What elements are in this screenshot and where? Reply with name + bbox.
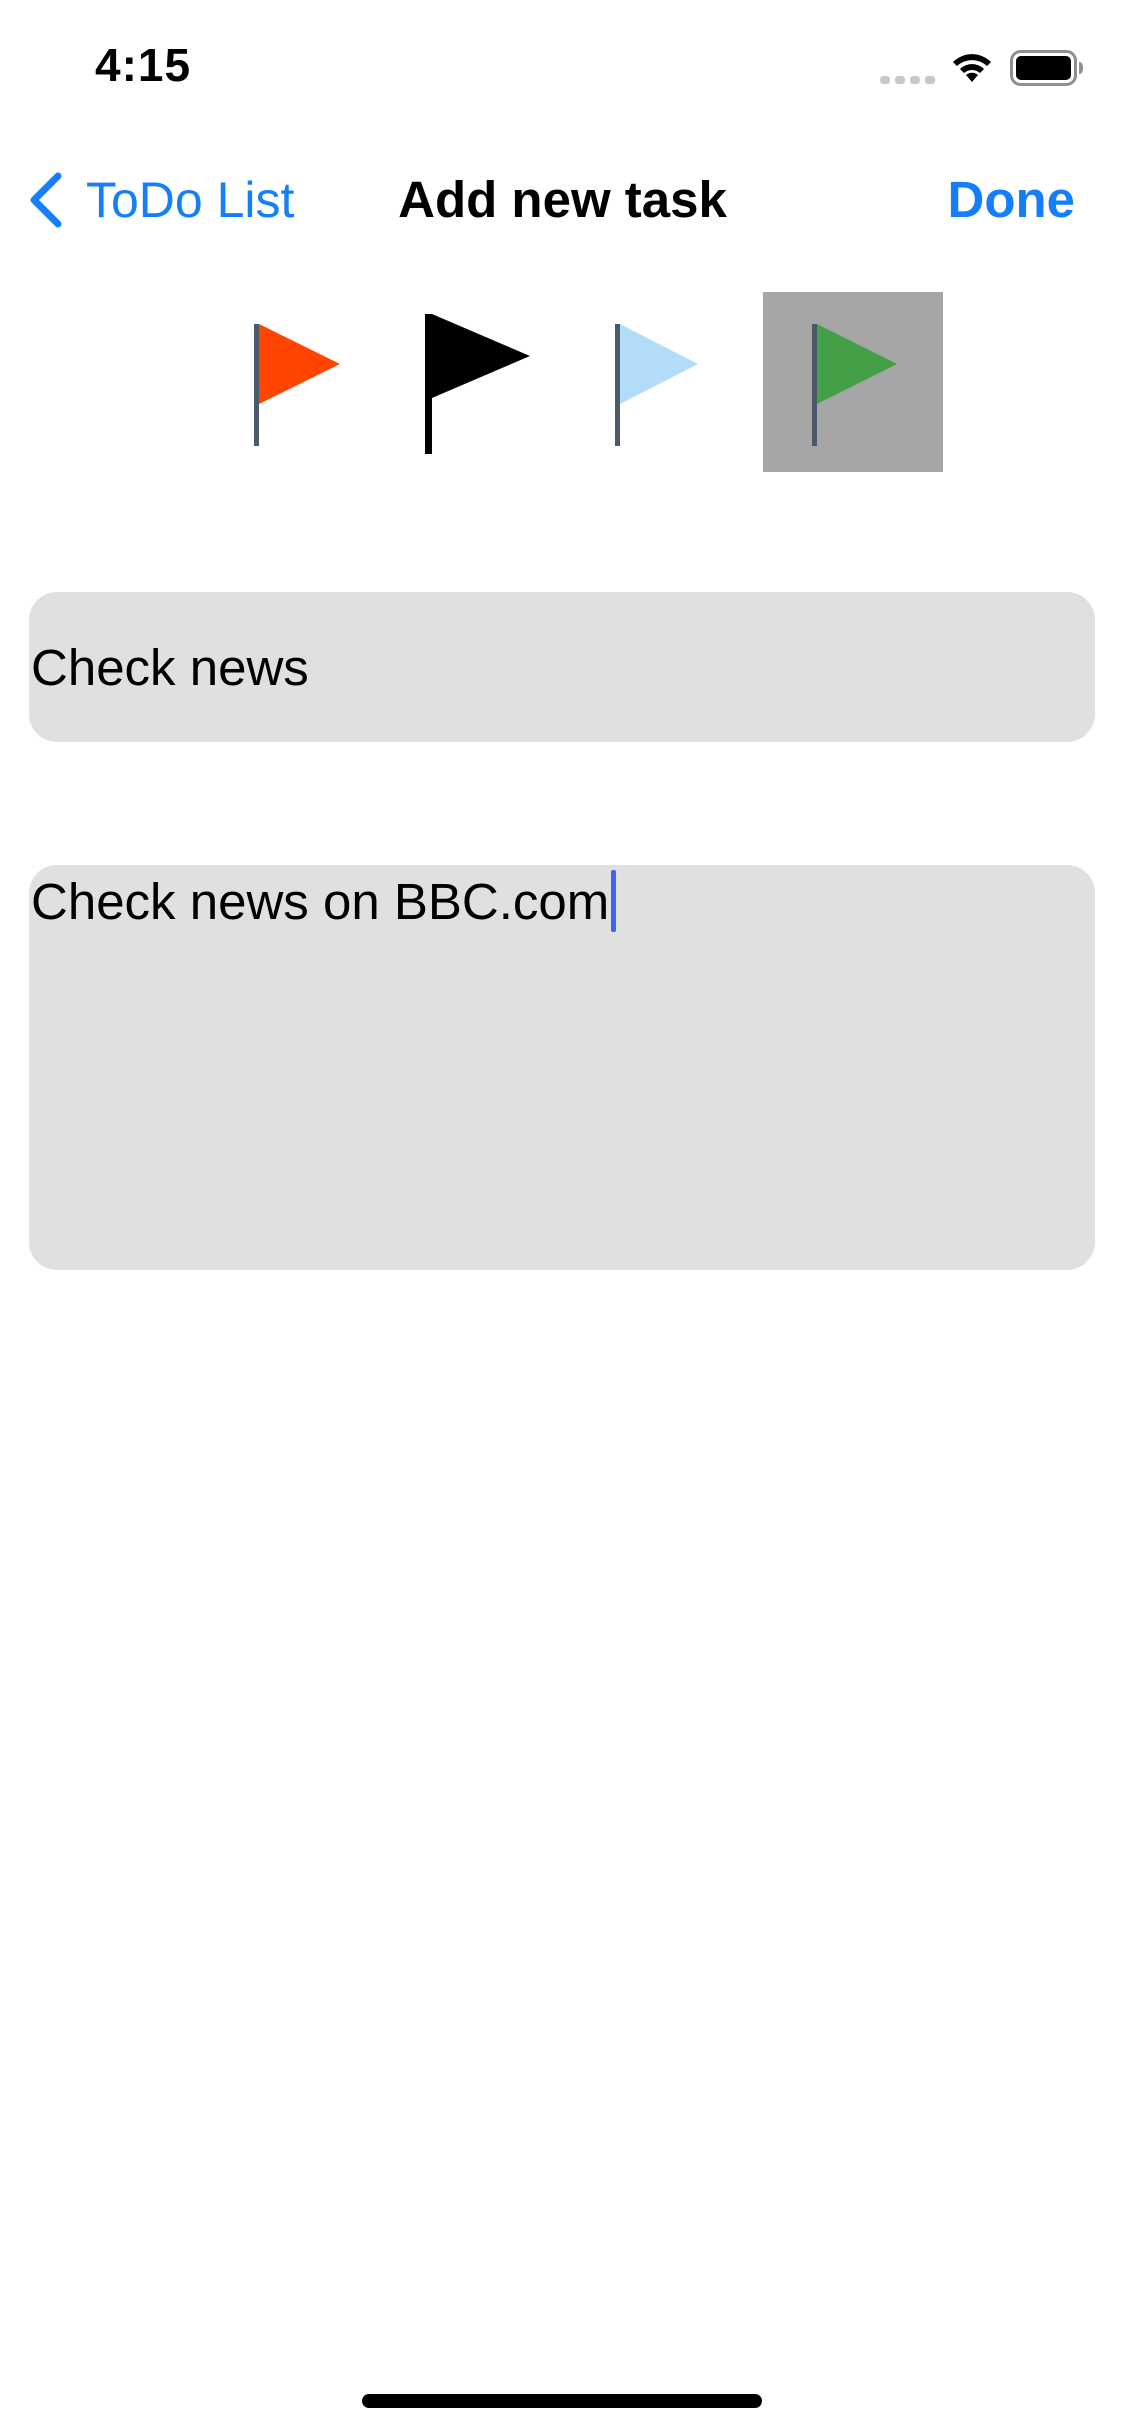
black-flag-icon	[425, 314, 530, 454]
status-bar: 4:15	[0, 0, 1125, 140]
green-flag-icon	[812, 324, 897, 446]
task-notes-field[interactable]: Check news on BBC.com	[29, 865, 1095, 1270]
task-title-value: Check news	[31, 638, 309, 696]
done-button[interactable]: Done	[948, 170, 1076, 229]
flag-option-green[interactable]	[763, 292, 943, 472]
flag-option-black[interactable]	[380, 292, 560, 472]
wifi-icon	[953, 54, 991, 82]
notes-line: Check news on BBC.com	[31, 869, 617, 933]
navigation-bar: ToDo List Add new task Done	[0, 150, 1125, 250]
status-time: 4:15	[95, 39, 192, 91]
flag-picker	[0, 292, 1125, 472]
task-notes-value: Check news on BBC.com	[31, 872, 610, 930]
cellular-signal-icon	[880, 76, 935, 84]
add-task-screen: 4:15 ToDo List Add new task Done Check n…	[0, 0, 1125, 2436]
home-indicator[interactable]	[362, 2394, 762, 2408]
flag-option-red[interactable]	[200, 292, 380, 472]
light-blue-flag-icon	[615, 324, 698, 446]
text-cursor	[611, 870, 617, 932]
task-title-field[interactable]: Check news	[29, 592, 1095, 742]
flag-option-light-blue[interactable]	[560, 292, 740, 472]
red-flag-icon	[254, 324, 340, 446]
battery-icon	[1010, 50, 1083, 86]
